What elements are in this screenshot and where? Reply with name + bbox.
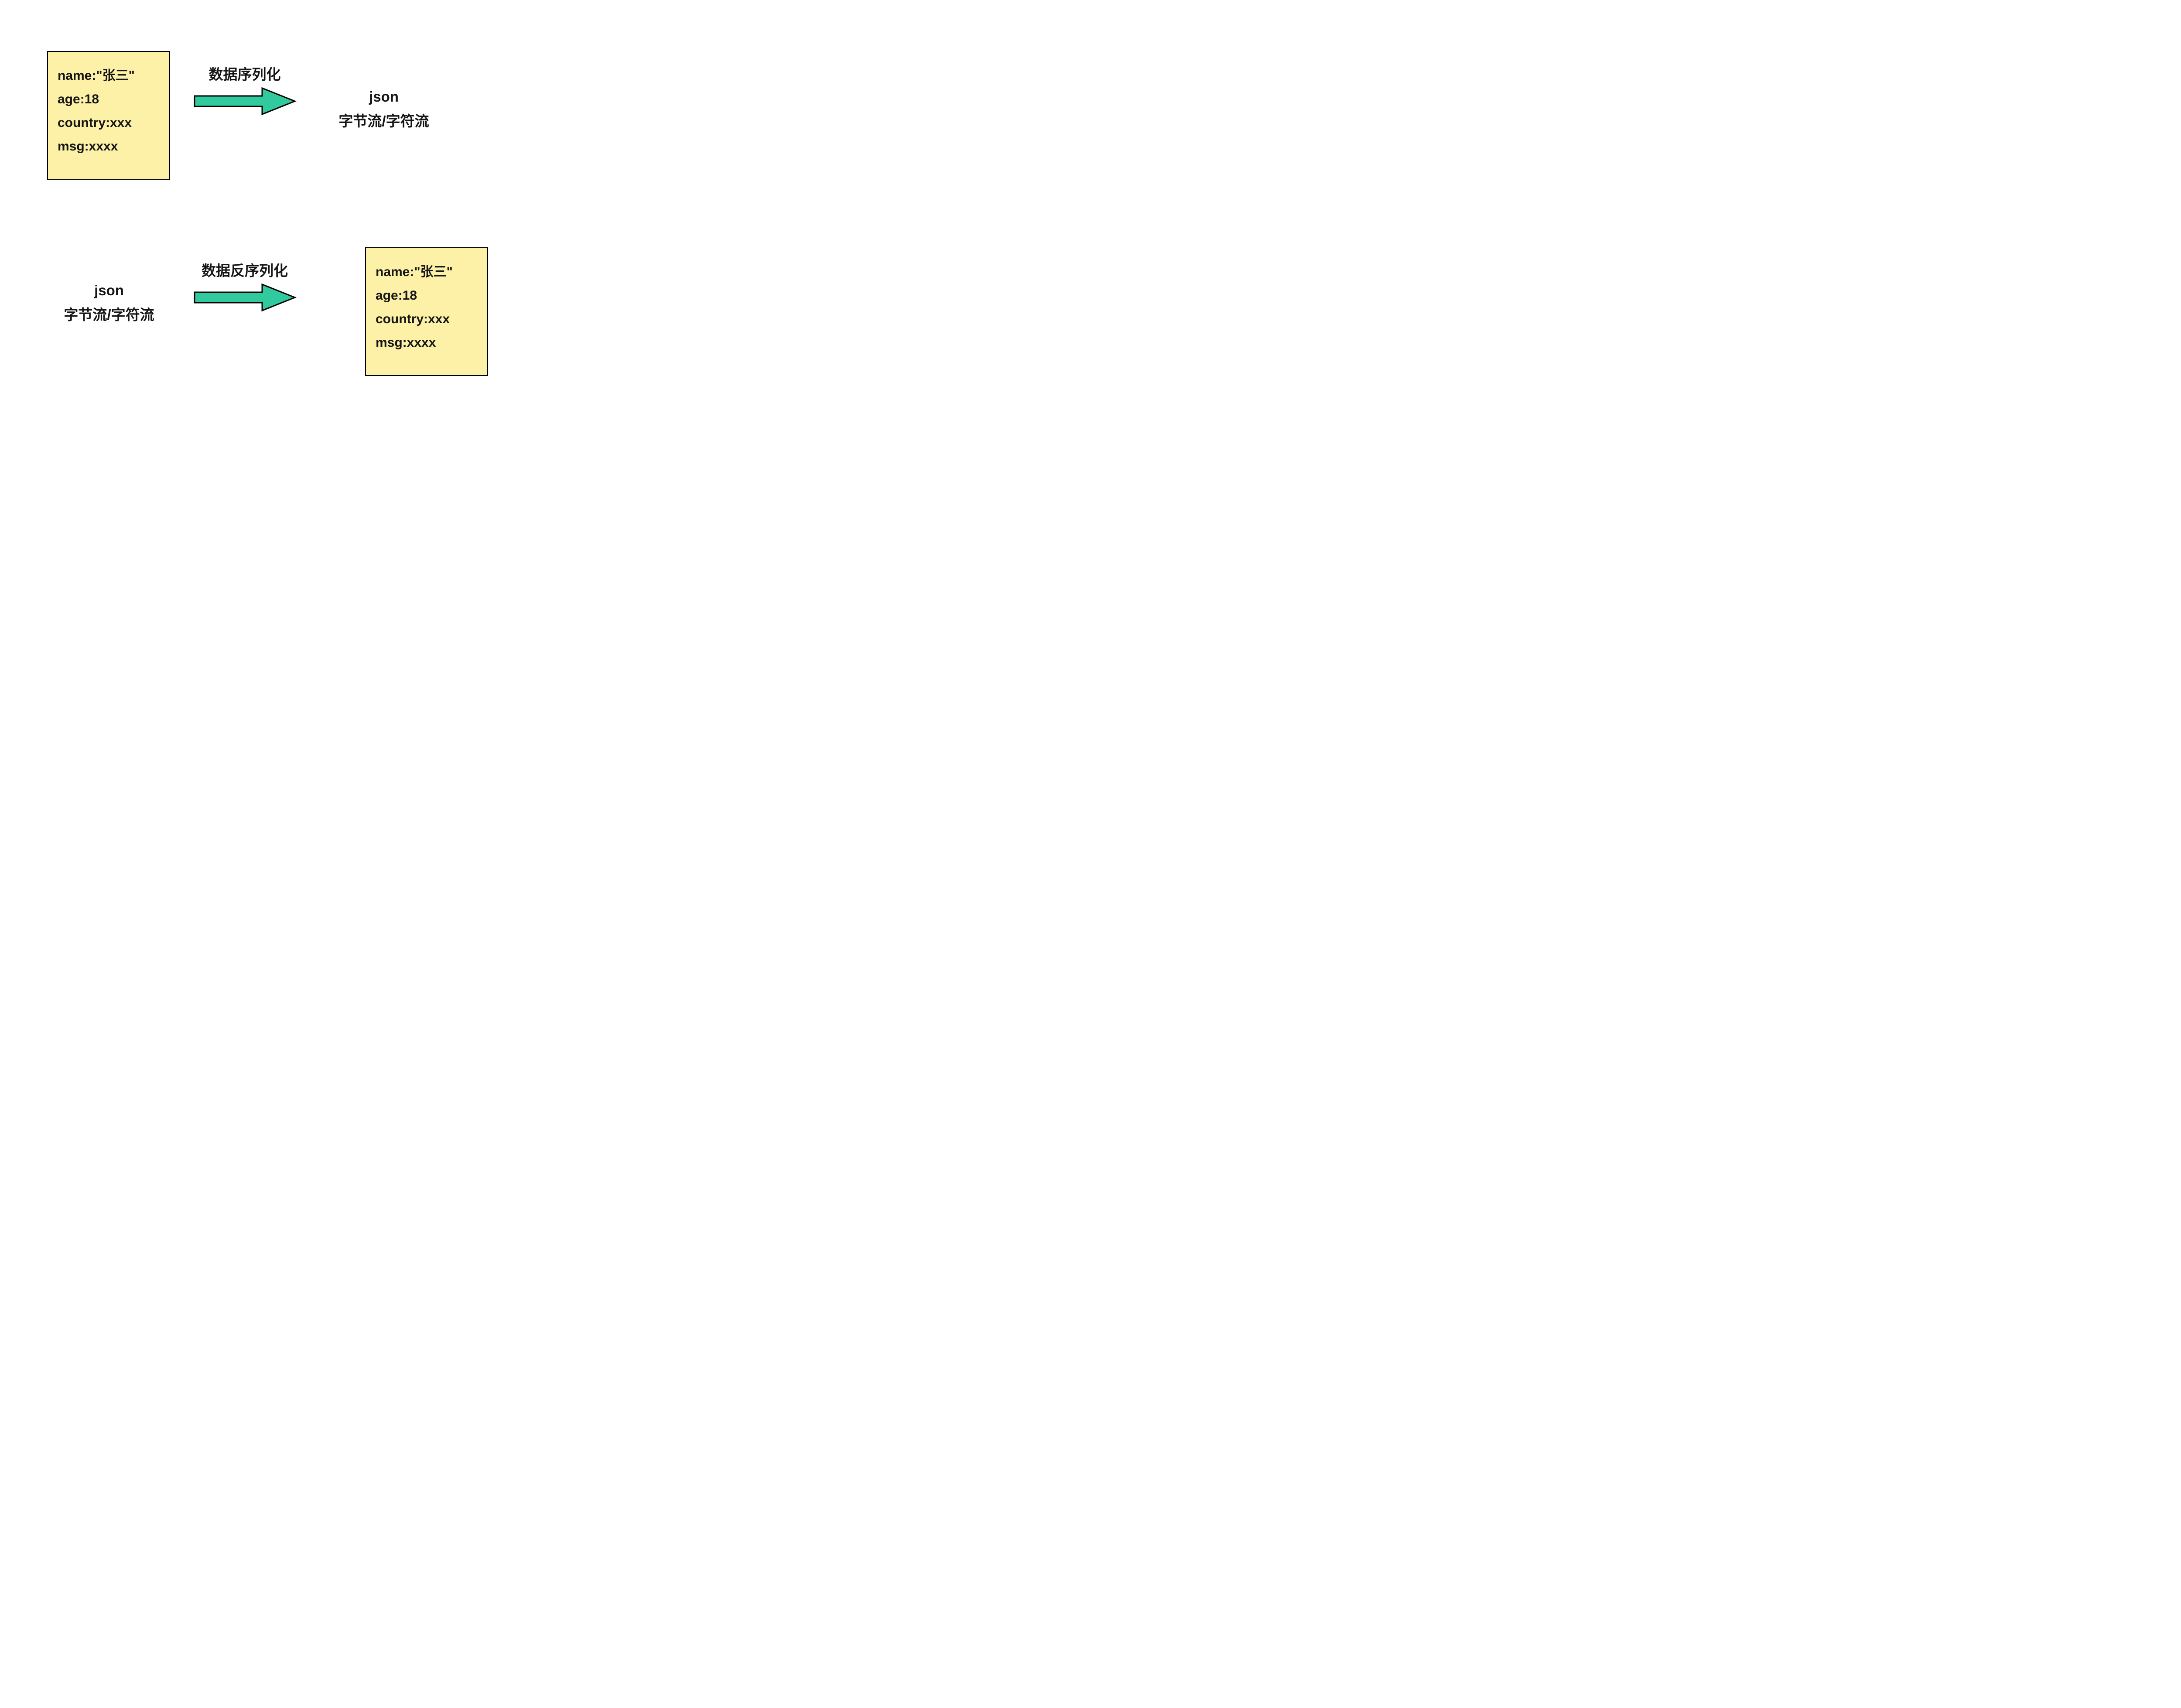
target-line: 字节流/字符流 [323,109,445,133]
target-data-box-deserialize: name:"张三" age:18 country:xxx msg:xxxx [365,247,488,376]
source-line: 字节流/字符流 [48,303,170,327]
serialize-arrow-label: 数据序列化 [209,63,281,84]
serialize-arrow-group: 数据序列化 [190,63,299,119]
deserialize-arrow-label: 数据反序列化 [202,259,288,280]
data-line: name:"张三" [58,64,160,88]
source-line: json [48,278,170,303]
data-line: age:18 [376,284,478,307]
data-line: msg:xxxx [58,135,160,158]
data-line: country:xxx [58,111,160,135]
source-data-box-serialize: name:"张三" age:18 country:xxx msg:xxxx [47,51,170,180]
arrow-right-icon [190,280,299,315]
target-line: json [323,85,445,109]
deserialize-arrow-group: 数据反序列化 [190,259,299,315]
data-line: name:"张三" [376,260,478,284]
arrow-right-icon [190,84,299,119]
serialize-target-text: json 字节流/字符流 [323,85,445,133]
deserialize-source-text: json 字节流/字符流 [48,278,170,327]
data-line: country:xxx [376,307,478,331]
data-line: age:18 [58,88,160,111]
data-line: msg:xxxx [376,331,478,355]
